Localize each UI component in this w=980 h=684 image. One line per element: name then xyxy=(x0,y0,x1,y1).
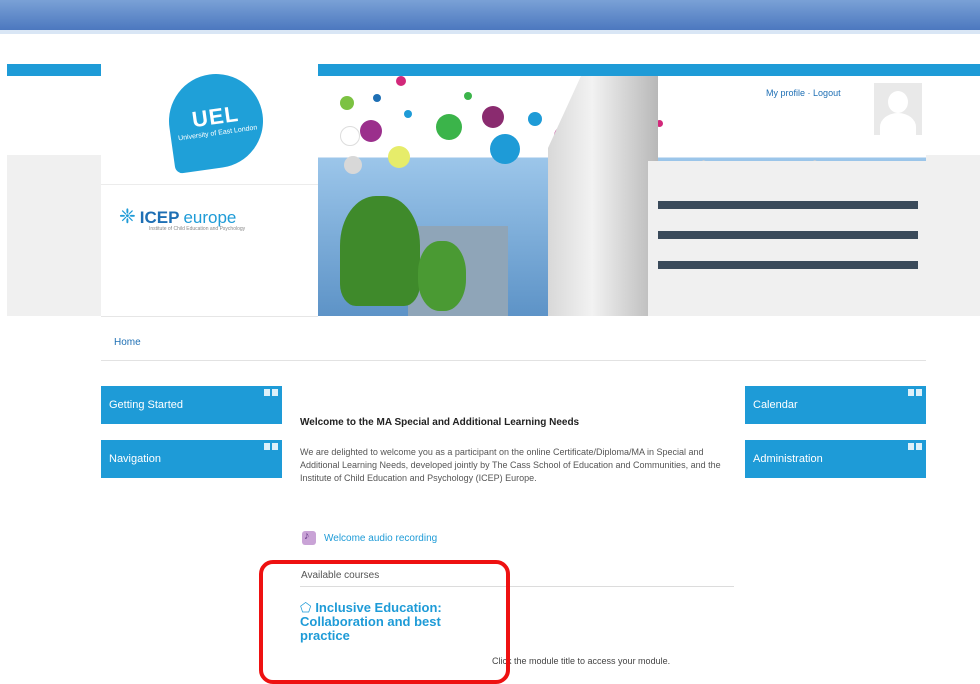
link-separator: · xyxy=(807,88,811,98)
decor-dot xyxy=(373,94,381,102)
highlight-annotation-box xyxy=(259,560,510,684)
decor-dot xyxy=(396,76,406,86)
avatar-head xyxy=(888,91,908,113)
user-avatar[interactable] xyxy=(874,83,922,135)
block-controls-icon[interactable] xyxy=(264,443,278,450)
decor-dot xyxy=(436,114,462,140)
block-navigation[interactable]: Navigation xyxy=(101,440,282,478)
welcome-title: Welcome to the MA Special and Additional… xyxy=(300,417,580,428)
logo-divider xyxy=(101,184,318,185)
icep-logo-rest: europe xyxy=(183,208,237,227)
building-windows xyxy=(658,231,918,239)
welcome-text: We are delighted to welcome you as a par… xyxy=(300,447,721,483)
building-main xyxy=(648,161,926,316)
building-windows xyxy=(658,261,918,269)
header-stripe-left xyxy=(7,64,101,76)
browser-top-bar xyxy=(0,0,980,30)
user-links: My profile · Logout xyxy=(766,88,841,98)
header-side-right xyxy=(926,76,980,316)
icep-tagline: Institute of Child Education and Psychol… xyxy=(149,226,246,232)
browser-top-bar-edge xyxy=(0,30,980,34)
decor-dot xyxy=(388,146,410,168)
breadcrumb-home[interactable]: Home xyxy=(114,337,141,348)
logout-link[interactable]: Logout xyxy=(813,88,841,98)
module-instruction: Click the module title to access your mo… xyxy=(492,656,671,666)
decor-dot xyxy=(490,134,520,164)
block-title: Calendar xyxy=(753,399,798,411)
block-controls-icon[interactable] xyxy=(264,389,278,396)
decor-dot xyxy=(340,96,354,110)
uel-logo[interactable]: UEL University of East London xyxy=(162,67,270,175)
block-calendar[interactable]: Calendar xyxy=(745,386,926,424)
breadcrumb-divider xyxy=(101,360,926,361)
logo-panel: UEL University of East London ❈ ICEP eur… xyxy=(101,64,318,317)
welcome-audio-link[interactable]: Welcome audio recording xyxy=(302,530,438,545)
my-profile-link[interactable]: My profile xyxy=(766,88,805,98)
tree xyxy=(340,196,420,306)
block-controls-icon[interactable] xyxy=(908,443,922,450)
block-controls-icon[interactable] xyxy=(908,389,922,396)
header-side-left xyxy=(7,76,101,316)
decor-dot xyxy=(360,120,382,142)
tree xyxy=(418,241,466,311)
decor-dot xyxy=(344,156,362,174)
audio-file-icon xyxy=(302,530,316,545)
decor-dot xyxy=(464,92,472,100)
avatar-body xyxy=(880,113,916,135)
header-banner-image xyxy=(318,76,926,316)
block-administration[interactable]: Administration xyxy=(745,440,926,478)
header-stripe-right xyxy=(318,64,980,76)
icep-mark-icon: ❈ xyxy=(119,206,136,228)
decor-dot xyxy=(482,106,504,128)
block-getting-started[interactable]: Getting Started xyxy=(101,386,282,424)
block-title: Navigation xyxy=(109,453,161,465)
block-title: Getting Started xyxy=(109,399,183,411)
building-tower xyxy=(548,76,658,316)
icep-logo-bold: ICEP xyxy=(139,208,180,227)
decor-dot xyxy=(340,126,360,146)
decor-dot xyxy=(528,112,542,126)
audio-link-label: Welcome audio recording xyxy=(324,532,438,544)
block-title: Administration xyxy=(753,453,823,465)
decor-dot xyxy=(404,110,412,118)
building-windows xyxy=(658,201,918,209)
